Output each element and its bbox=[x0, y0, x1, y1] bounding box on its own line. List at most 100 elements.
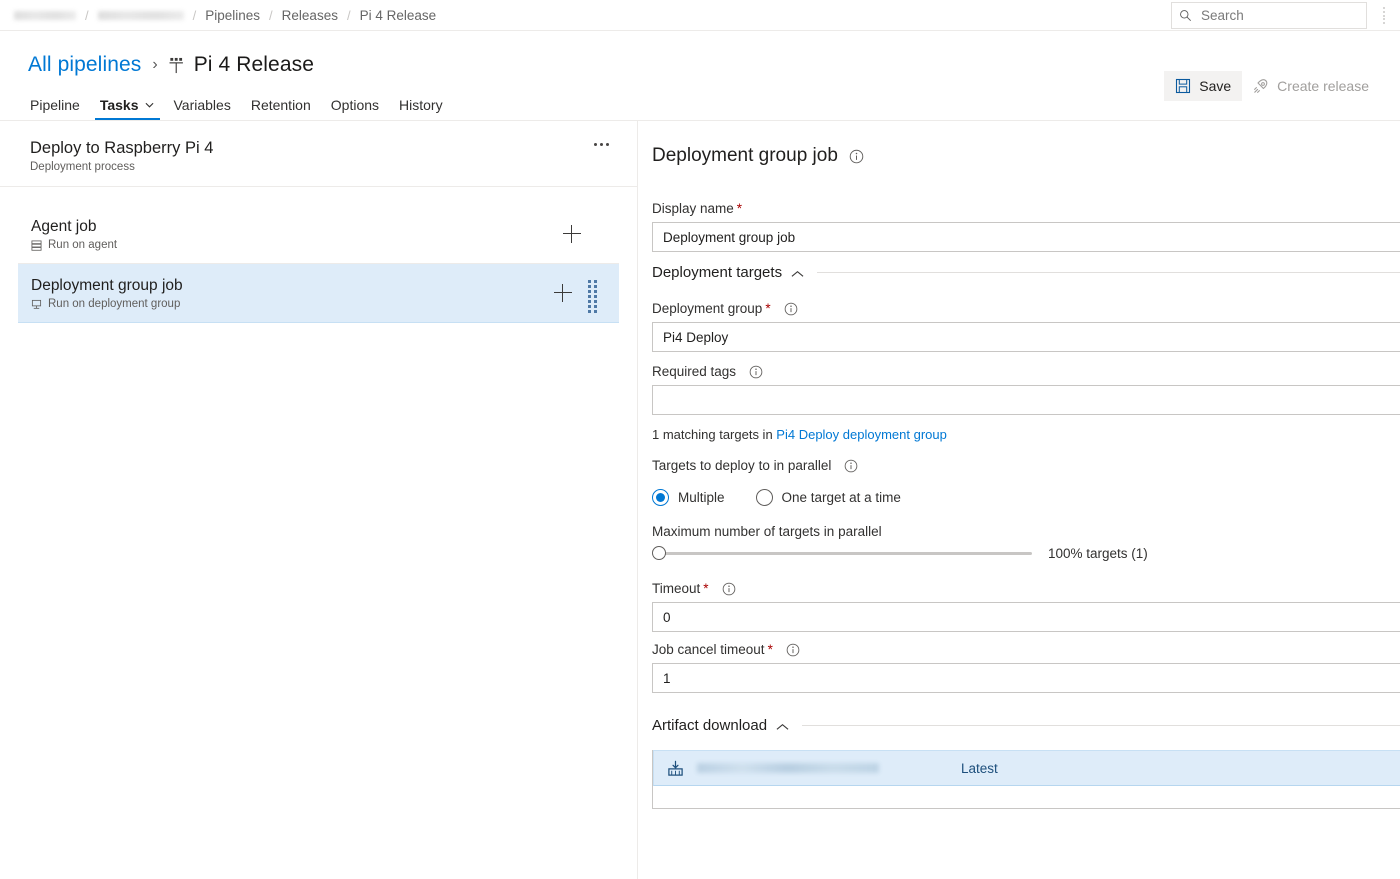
tab-variables[interactable]: Variables bbox=[164, 97, 241, 120]
info-icon[interactable] bbox=[849, 149, 864, 164]
deployment-group-icon bbox=[31, 299, 42, 309]
job-name: Deployment group job bbox=[31, 277, 183, 294]
required-asterisk: * bbox=[736, 201, 743, 216]
artifact-name bbox=[697, 763, 879, 773]
artifact-list: Latest bbox=[652, 750, 1400, 809]
job-cancel-timeout-value: 1 bbox=[663, 670, 671, 686]
max-parallel-slider[interactable] bbox=[652, 545, 1032, 561]
plus-icon[interactable] bbox=[563, 225, 581, 243]
deployment-process-subtitle: Deployment process bbox=[30, 161, 135, 173]
deployment-group-link[interactable]: Pi4 Deploy deployment group bbox=[776, 427, 947, 442]
job-item-agent-job[interactable]: Agent job Run on agent bbox=[18, 205, 619, 264]
required-tags-input[interactable] bbox=[652, 385, 1400, 415]
drag-handle[interactable] bbox=[588, 280, 597, 313]
job-subtitle-row: Run on agent bbox=[31, 239, 619, 251]
artifact-download-icon bbox=[668, 760, 683, 776]
search-input[interactable] bbox=[1199, 7, 1349, 24]
parallel-radio-group: Multiple One target at a time bbox=[652, 489, 1400, 506]
plus-icon[interactable] bbox=[554, 284, 572, 302]
job-cancel-timeout-input[interactable]: 1 bbox=[652, 663, 1400, 693]
display-name-value: Deployment group job bbox=[663, 229, 796, 245]
deployment-group-label-row: Deployment group * bbox=[652, 301, 1400, 316]
tab-history-label: History bbox=[399, 97, 443, 113]
artifact-download-section-header[interactable]: Artifact download bbox=[652, 717, 1400, 734]
main-content: Deploy to Raspberry Pi 4 Deployment proc… bbox=[0, 121, 1400, 879]
vertical-ellipsis-icon[interactable] bbox=[1376, 7, 1392, 24]
artifact-version: Latest bbox=[961, 760, 998, 776]
timeout-field: Timeout * 0 bbox=[652, 581, 1400, 632]
chevron-down-icon bbox=[145, 100, 154, 111]
info-icon[interactable] bbox=[786, 643, 800, 657]
release-pipeline-icon bbox=[168, 56, 185, 75]
parallel-label-row: Targets to deploy to in parallel bbox=[652, 458, 1400, 473]
breadcrumb-item-pi-4-release[interactable]: Pi 4 Release bbox=[360, 8, 437, 23]
timeout-input[interactable]: 0 bbox=[652, 602, 1400, 632]
artifact-row[interactable]: Latest bbox=[653, 750, 1400, 786]
deployment-process-name: Deploy to Raspberry Pi 4 bbox=[30, 139, 214, 157]
breadcrumb-item-organization[interactable] bbox=[14, 10, 76, 20]
page-header: All pipelines › Pi 4 Release Save Create… bbox=[0, 31, 1400, 101]
required-tags-label: Required tags bbox=[652, 364, 737, 379]
tab-options[interactable]: Options bbox=[321, 97, 389, 120]
breadcrumb-item-pipelines[interactable]: Pipelines bbox=[205, 8, 260, 23]
radio-multiple[interactable]: Multiple bbox=[652, 489, 725, 506]
job-item-deployment-group-job[interactable]: Deployment group job Run on deployment g… bbox=[18, 264, 619, 323]
breadcrumb-separator: / bbox=[269, 7, 273, 23]
agent-icon bbox=[31, 240, 42, 251]
radio-dot-icon bbox=[755, 489, 773, 506]
deployment-group-field: Deployment group * Pi4 Deploy bbox=[652, 301, 1400, 352]
info-icon[interactable] bbox=[784, 302, 798, 316]
info-icon[interactable] bbox=[844, 459, 858, 473]
chevron-up-icon[interactable] bbox=[791, 265, 804, 281]
max-parallel-slider-row: 100% targets (1) bbox=[652, 545, 1400, 561]
deployment-targets-section-header[interactable]: Deployment targets bbox=[652, 264, 1400, 281]
radio-dot-icon bbox=[652, 489, 669, 506]
timeout-value: 0 bbox=[663, 609, 671, 625]
tab-retention[interactable]: Retention bbox=[241, 97, 321, 120]
deployment-process-header[interactable]: Deploy to Raspberry Pi 4 Deployment proc… bbox=[0, 121, 637, 187]
timeout-label: Timeout bbox=[652, 581, 701, 596]
tab-pipeline[interactable]: Pipeline bbox=[20, 97, 90, 120]
display-name-label-row: Display name * bbox=[652, 201, 1400, 216]
top-bar: / / Pipelines / Releases / Pi 4 Release bbox=[0, 0, 1400, 31]
breadcrumb: / / Pipelines / Releases / Pi 4 Release bbox=[0, 0, 436, 31]
job-cancel-timeout-label: Job cancel timeout bbox=[652, 642, 765, 657]
job-subtitle: Run on deployment group bbox=[48, 298, 181, 310]
required-asterisk: * bbox=[767, 642, 773, 657]
deployment-group-input[interactable]: Pi4 Deploy bbox=[652, 322, 1400, 352]
info-icon[interactable] bbox=[749, 365, 763, 379]
matching-targets-prefix: 1 matching targets in bbox=[652, 427, 777, 442]
ellipsis-icon[interactable] bbox=[594, 143, 609, 146]
required-tags-field: Required tags bbox=[652, 364, 1400, 415]
chevron-up-icon[interactable] bbox=[776, 718, 789, 734]
chevron-right-icon: › bbox=[152, 56, 158, 73]
job-cancel-timeout-label-row: Job cancel timeout * bbox=[652, 642, 1400, 657]
tab-retention-label: Retention bbox=[250, 97, 311, 113]
breadcrumb-separator: / bbox=[192, 7, 197, 23]
display-name-field: Display name * Deployment group job bbox=[652, 201, 1400, 252]
radio-one-target-label: One target at a time bbox=[781, 490, 901, 505]
slider-thumb[interactable] bbox=[652, 546, 666, 560]
timeout-label-row: Timeout * bbox=[652, 581, 1400, 596]
job-name: Agent job bbox=[31, 218, 97, 235]
max-parallel-label: Maximum number of targets in parallel bbox=[652, 524, 882, 539]
breadcrumb-separator: / bbox=[346, 7, 351, 23]
required-asterisk: * bbox=[703, 581, 709, 596]
job-subtitle: Run on agent bbox=[48, 239, 118, 251]
tab-tasks[interactable]: Tasks bbox=[90, 97, 164, 120]
all-pipelines-link[interactable]: All pipelines bbox=[28, 53, 141, 77]
max-parallel-label-row: Maximum number of targets in parallel bbox=[652, 524, 1400, 539]
breadcrumb-item-releases[interactable]: Releases bbox=[282, 8, 338, 23]
breadcrumb-item-project[interactable] bbox=[97, 10, 184, 20]
required-tags-label-row: Required tags bbox=[652, 364, 1400, 379]
search-box[interactable] bbox=[1171, 2, 1367, 29]
detail-title: Deployment group job bbox=[652, 145, 838, 166]
tab-history[interactable]: History bbox=[389, 97, 453, 120]
info-icon[interactable] bbox=[722, 582, 736, 596]
display-name-input[interactable]: Deployment group job bbox=[652, 222, 1400, 252]
required-asterisk: * bbox=[765, 301, 771, 316]
breadcrumb-separator: / bbox=[85, 7, 89, 23]
radio-one-target-at-a-time[interactable]: One target at a time bbox=[755, 489, 901, 506]
detail-title-row: Deployment group job bbox=[652, 145, 1400, 167]
active-tab-indicator bbox=[95, 118, 160, 120]
